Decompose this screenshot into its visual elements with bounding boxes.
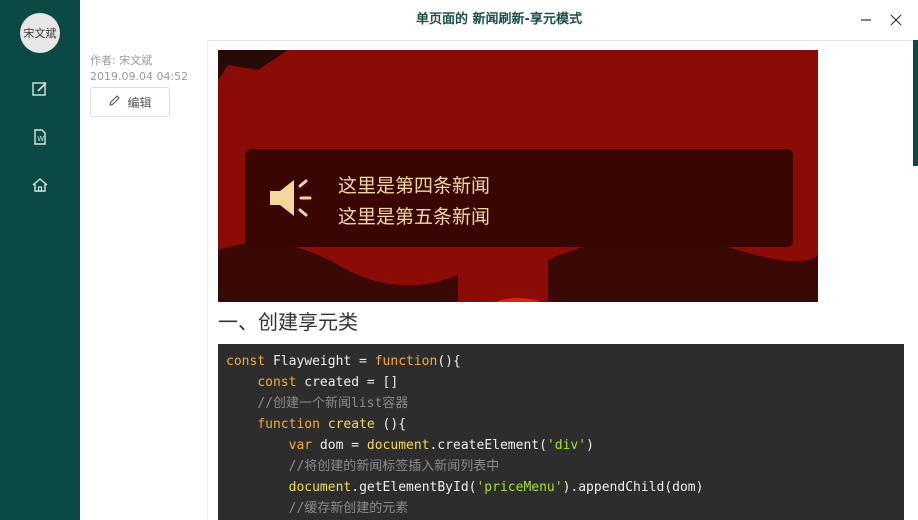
code-line: const created = [] — [257, 375, 399, 390]
pencil-icon — [108, 94, 121, 110]
article-content: 这里是第四条新闻 这里是第五条新闻 一、创建享元类 const Flayweig… — [208, 40, 913, 520]
edit-icon[interactable] — [28, 77, 52, 101]
code-line: const Flayweight = function(){ — [226, 354, 461, 369]
scrollbar-thumb[interactable] — [913, 40, 918, 166]
title-bar: 单页面的 新闻刷新-享元模式 — [80, 0, 918, 41]
code-line: var dom = document.createElement('div') — [288, 438, 594, 453]
page-title: 单页面的 新闻刷新-享元模式 — [416, 12, 582, 27]
code-line: //缓存新创建的元素 — [288, 501, 409, 516]
avatar[interactable]: 宋文斌 — [20, 13, 60, 53]
speaker-icon — [267, 177, 317, 223]
edit-button[interactable]: 编辑 — [90, 87, 170, 117]
close-icon[interactable] — [886, 10, 906, 30]
word-document-icon[interactable]: W — [28, 125, 52, 149]
section-heading: 一、创建享元类 — [218, 310, 358, 334]
code-line: document.getElementById('priceMenu').app… — [288, 480, 704, 495]
home-icon[interactable] — [28, 173, 52, 197]
code-line: //创建一个新闻list容器 — [257, 396, 409, 411]
article-meta-panel: 作者: 宋文斌 2019.09.04 04:52 编辑 — [80, 40, 208, 520]
minimize-icon[interactable] — [856, 10, 876, 30]
sidebar: 宋文斌 W — [0, 0, 80, 520]
news-line-2: 这里是第五条新闻 — [338, 206, 491, 228]
news-ticker-box: 这里是第四条新闻 这里是第五条新闻 — [245, 149, 793, 247]
date-label: 2019.09.04 04:52 — [90, 70, 189, 83]
author-label: 作者: 宋文斌 — [90, 54, 153, 67]
edit-button-label: 编辑 — [127, 95, 152, 110]
code-line: //将创建的新闻标签插入新闻列表中 — [288, 459, 500, 474]
news-line-1: 这里是第四条新闻 — [338, 175, 491, 197]
code-block: const Flayweight = function(){ const cre… — [218, 344, 904, 520]
svg-text:W: W — [37, 135, 44, 143]
news-banner-image: 这里是第四条新闻 这里是第五条新闻 — [218, 50, 818, 302]
code-line: function create (){ — [257, 417, 407, 432]
